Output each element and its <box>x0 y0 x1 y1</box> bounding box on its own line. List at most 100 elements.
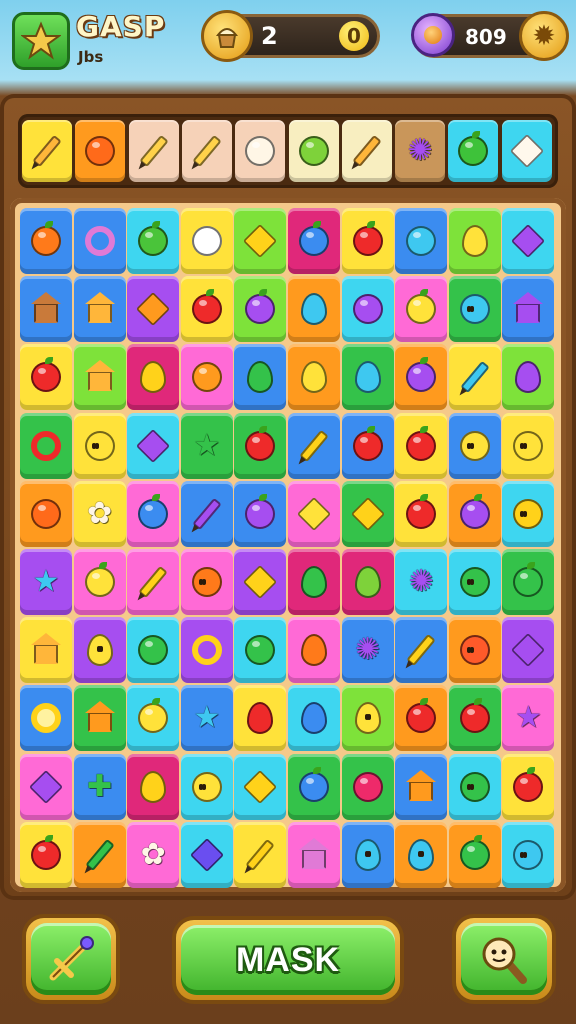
board-tile[interactable] <box>234 821 287 888</box>
sword-button[interactable] <box>22 914 120 1004</box>
board-tile[interactable] <box>73 344 126 411</box>
board-tile[interactable] <box>288 276 340 343</box>
board-tile[interactable] <box>341 685 394 752</box>
board-tile[interactable] <box>395 480 448 547</box>
board-tile[interactable] <box>234 344 287 411</box>
tray-slot[interactable] <box>22 120 72 182</box>
board-tile[interactable] <box>73 685 126 752</box>
board-tile[interactable] <box>180 276 233 343</box>
board-tile[interactable] <box>395 685 448 752</box>
board-tile[interactable] <box>73 821 126 888</box>
coins-badge[interactable]: 0 <box>339 21 369 51</box>
board-tile[interactable] <box>127 208 180 274</box>
board-tile[interactable] <box>288 821 340 888</box>
board-tile[interactable]: ✿ <box>127 821 180 888</box>
tray-slot[interactable] <box>75 120 126 182</box>
board-tile[interactable] <box>234 480 287 547</box>
tray-slot[interactable] <box>235 120 286 182</box>
board-tile[interactable] <box>448 549 501 615</box>
board-tile[interactable] <box>448 685 501 752</box>
board-tile[interactable] <box>341 480 394 547</box>
board-tile[interactable]: ★ <box>20 549 72 615</box>
board-tile[interactable] <box>73 276 126 343</box>
board-tile[interactable] <box>180 480 233 547</box>
board-tile[interactable] <box>20 753 72 820</box>
board-tile[interactable] <box>127 412 180 479</box>
board-tile[interactable] <box>341 208 394 274</box>
board-tile[interactable] <box>341 549 394 615</box>
board-tile[interactable] <box>288 685 340 752</box>
board-tile[interactable] <box>234 549 287 615</box>
board-tile[interactable] <box>127 617 180 684</box>
board-tile[interactable] <box>73 208 126 274</box>
tray-slot[interactable] <box>128 120 179 182</box>
board-tile[interactable] <box>127 753 180 820</box>
board-tile[interactable] <box>341 276 394 343</box>
board-tile[interactable] <box>502 344 555 411</box>
board-tile[interactable] <box>20 276 72 343</box>
board-tile[interactable] <box>395 821 448 888</box>
board-tile[interactable] <box>234 412 287 479</box>
board-tile[interactable] <box>234 208 287 274</box>
board-tile[interactable] <box>448 617 501 684</box>
board-tile[interactable] <box>288 617 340 684</box>
board-tile[interactable] <box>234 685 287 752</box>
board-tile[interactable] <box>288 344 340 411</box>
board-tile[interactable] <box>502 753 555 820</box>
board-tile[interactable] <box>288 549 340 615</box>
board-tile[interactable] <box>127 685 180 752</box>
board-tile[interactable] <box>127 549 180 615</box>
board-tile[interactable] <box>448 480 501 547</box>
board-tile[interactable] <box>448 821 501 888</box>
board-tile[interactable] <box>502 276 555 343</box>
tray-slot[interactable] <box>288 120 339 182</box>
board-tile[interactable]: ★ <box>180 685 233 752</box>
board-tile[interactable] <box>502 480 555 547</box>
board-tile[interactable] <box>180 821 233 888</box>
board-tile[interactable] <box>180 753 233 820</box>
board-tile[interactable] <box>180 549 233 615</box>
tray-slot[interactable] <box>501 120 552 182</box>
board-tile[interactable] <box>341 821 394 888</box>
board-tile[interactable] <box>288 208 340 274</box>
board-tile[interactable] <box>341 412 394 479</box>
board-tile[interactable]: ★ <box>502 685 555 752</box>
board-tile[interactable] <box>180 208 233 274</box>
board-tile[interactable] <box>395 412 448 479</box>
tray-slot[interactable] <box>341 120 392 182</box>
board-tile[interactable] <box>180 617 233 684</box>
board-tile[interactable] <box>127 344 180 411</box>
board-tile[interactable] <box>20 685 72 752</box>
board-tile[interactable] <box>395 753 448 820</box>
board-tile[interactable] <box>502 821 555 888</box>
board-tile[interactable] <box>73 549 126 615</box>
board-tile[interactable] <box>20 412 72 479</box>
board-tile[interactable] <box>448 344 501 411</box>
board-tile[interactable] <box>502 208 555 274</box>
tray-slot[interactable] <box>181 120 232 182</box>
board-tile[interactable] <box>502 617 555 684</box>
board-tile[interactable]: ✚ <box>73 753 126 820</box>
board-tile[interactable] <box>341 753 394 820</box>
board-tile[interactable] <box>395 617 448 684</box>
board-tile[interactable] <box>20 480 72 547</box>
board-tile[interactable] <box>20 617 72 684</box>
board-tile[interactable] <box>288 480 340 547</box>
board-tile[interactable] <box>288 412 340 479</box>
board-tile[interactable] <box>234 276 287 343</box>
app-star-icon[interactable] <box>12 12 70 70</box>
board-tile[interactable] <box>180 344 233 411</box>
board-tile[interactable] <box>73 412 126 479</box>
tray-slot[interactable]: ✺ <box>395 120 446 182</box>
board-tile[interactable] <box>234 617 287 684</box>
board-tile[interactable] <box>395 344 448 411</box>
board-tile[interactable] <box>73 617 126 684</box>
board-tile[interactable] <box>20 344 72 411</box>
board-tile[interactable] <box>448 276 501 343</box>
board-tile[interactable] <box>127 276 180 343</box>
board-tile[interactable] <box>234 753 287 820</box>
board-tile[interactable] <box>127 480 180 547</box>
board-tile[interactable] <box>502 549 555 615</box>
tray-slot[interactable] <box>448 120 499 182</box>
board-tile[interactable] <box>502 412 555 479</box>
